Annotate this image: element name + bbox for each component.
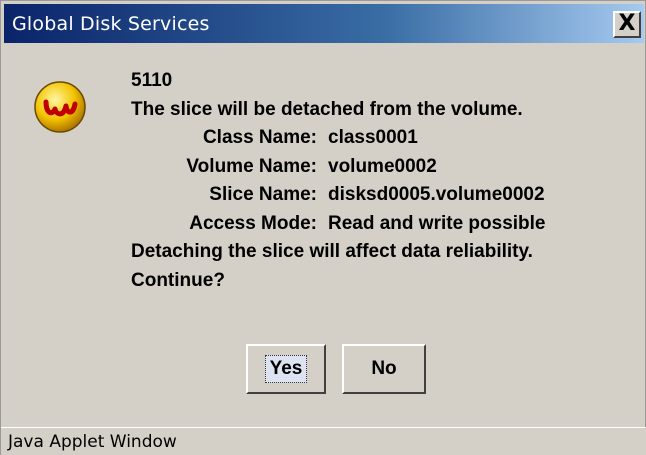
- title-bar[interactable]: Global Disk Services X: [4, 4, 644, 43]
- detail-key: Slice Name:: [209, 184, 317, 205]
- detail-row-class: Class Name: class0001: [131, 124, 641, 153]
- status-text: Java Applet Window: [8, 432, 177, 452]
- detail-key: Access Mode:: [189, 212, 317, 234]
- yes-button[interactable]: Yes: [246, 344, 326, 394]
- close-icon: X: [618, 10, 636, 36]
- warning-logo-icon: [33, 80, 87, 134]
- detail-value: Read and write possible: [328, 212, 546, 234]
- no-button-label: No: [371, 358, 397, 379]
- dialog-window: Global Disk Services X 5110 The slice wi…: [0, 0, 646, 455]
- detail-row-access-mode: Access Mode: Read and write possible: [131, 210, 641, 239]
- yes-button-label: Yes: [264, 355, 308, 383]
- message-code: 5110: [131, 70, 173, 91]
- message-warning: Detaching the slice will affect data rel…: [131, 241, 533, 262]
- detail-value: volume0002: [328, 155, 437, 177]
- message-body: 5110 The slice will be detached from the…: [131, 67, 641, 295]
- detail-key: Volume Name:: [186, 155, 317, 177]
- message-headline: The slice will be detached from the volu…: [131, 98, 523, 120]
- detail-row-slice: Slice Name: disksd0005.volume0002: [131, 181, 641, 210]
- detail-value: disksd0005.volume0002: [328, 184, 545, 205]
- window-title: Global Disk Services: [12, 13, 210, 35]
- close-button[interactable]: X: [613, 11, 641, 38]
- no-button[interactable]: No: [342, 344, 426, 394]
- detail-key: Class Name:: [202, 127, 317, 148]
- detail-value: class0001: [328, 127, 418, 148]
- message-question: Continue?: [131, 269, 225, 291]
- status-bar: Java Applet Window: [1, 427, 646, 455]
- detail-row-volume: Volume Name: volume0002: [131, 153, 641, 182]
